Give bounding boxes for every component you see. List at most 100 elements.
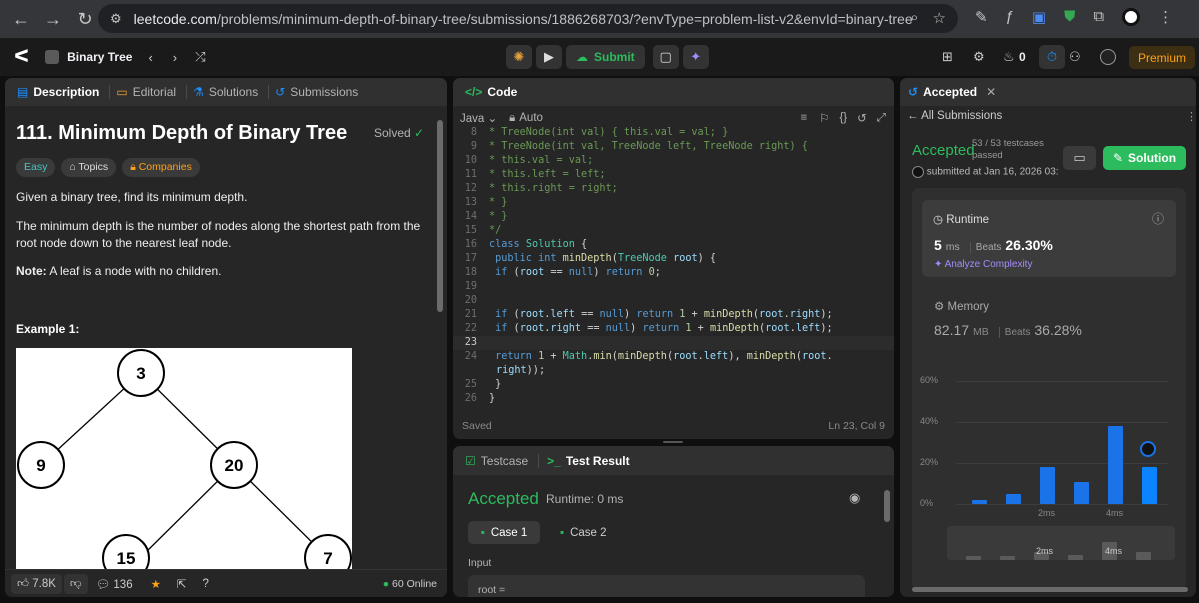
address-bar[interactable]: ⚙ leetcode.com/problems/minimum-depth-of… — [98, 4, 958, 33]
prev-problem-icon[interactable]: ‹ — [148, 50, 152, 65]
x-tick-label: 4ms — [1106, 508, 1124, 518]
y-tick-label: 60% — [920, 375, 939, 385]
result-scrollbar[interactable] — [884, 490, 890, 522]
editorial-button[interactable]: ▭ — [1063, 146, 1096, 170]
chart-range-slider[interactable]: 2ms 4ms — [947, 526, 1175, 560]
tab-editorial[interactable]: ▭ Editorial — [116, 85, 176, 99]
panel-resize-handle[interactable] — [663, 441, 683, 443]
share-icon[interactable]: ⇱ — [177, 577, 187, 591]
difficulty-badge[interactable]: Easy — [16, 158, 56, 177]
close-icon[interactable]: ✕ — [986, 85, 996, 99]
ai-sparkle-button[interactable]: ✦ — [682, 45, 709, 69]
runtime-beats: 26.30% — [1005, 237, 1053, 253]
problem-definition: The minimum depth is the number of nodes… — [16, 219, 421, 250]
chart-bar[interactable] — [1040, 467, 1055, 504]
debug-button[interactable]: ✺ — [506, 45, 532, 69]
site-info-icon[interactable]: ⚙ — [110, 11, 122, 27]
chart-bar[interactable] — [1074, 482, 1089, 504]
memory-label[interactable]: ⚙ Memory — [934, 299, 989, 313]
help-icon[interactable]: ? — [203, 578, 209, 590]
premium-button[interactable]: Premium — [1129, 46, 1195, 69]
test-result-panel: ☑ Testcase >_ Test Result Accepted Runtime… — [453, 446, 894, 597]
topics-tag[interactable]: ⌂ Topics — [61, 158, 117, 177]
code-line: 12 * this.right = right; — [464, 183, 618, 194]
reload-icon[interactable]: ↻ — [74, 8, 96, 30]
extensions-puzzle-icon[interactable]: ⧉ — [1093, 8, 1104, 26]
eyedropper-icon[interactable]: ✎ — [975, 8, 988, 26]
bookmark-icon[interactable]: ⚐ — [819, 111, 829, 125]
shield-extension-icon[interactable]: ⛊ — [1064, 8, 1075, 26]
solution-button[interactable]: ✎ Solution — [1103, 146, 1186, 170]
autocomplete-mode[interactable]: Auto — [519, 112, 543, 124]
favorite-star-icon[interactable]: ★ — [151, 577, 161, 591]
more-icon[interactable]: ⋮ — [1186, 110, 1196, 123]
back-icon[interactable]: ← — [10, 8, 32, 30]
description-scrollbar[interactable] — [437, 120, 443, 312]
chart-bar[interactable] — [1142, 467, 1157, 504]
chart-bar[interactable] — [972, 499, 987, 504]
code-editor[interactable]: 8 * TreeNode(int val) { this.val = val; }… — [453, 126, 894, 406]
timer-button[interactable]: ⏱ — [1039, 45, 1065, 69]
forward-icon[interactable]: → — [42, 8, 64, 30]
companies-tag[interactable]: 🔒︎ Companies — [122, 158, 200, 177]
comments-button[interactable]: 💬︎ 136 — [96, 577, 133, 591]
add-friend-icon[interactable]: ⚇ — [1069, 49, 1081, 65]
code-line: 18 if (root == null) return 0; — [464, 267, 661, 278]
streak-fire-icon[interactable]: ♨ — [1003, 49, 1015, 65]
url-text[interactable]: leetcode.com/problems/minimum-depth-of-b… — [134, 11, 913, 27]
analyze-complexity-link[interactable]: ✦ Analyze Complexity — [934, 259, 1032, 270]
all-submissions-link[interactable]: ← All Submissions — [907, 110, 1002, 122]
horizontal-scrollbar[interactable] — [912, 587, 1188, 592]
menu-dots-icon[interactable]: ⋮ — [1158, 8, 1173, 26]
book-icon: ▭ — [116, 85, 128, 99]
tab-test-result[interactable]: >_ Test Result — [547, 454, 629, 468]
reset-icon[interactable]: ↺ — [857, 111, 867, 125]
language-select[interactable]: Java ⌄ — [460, 111, 497, 125]
bookmark-star-icon[interactable]: ☆ — [933, 9, 946, 27]
gridline — [956, 504, 1168, 505]
input-field[interactable]: root = — [468, 575, 865, 597]
tab-testcase[interactable]: ☑ Testcase — [465, 454, 528, 468]
tab-accepted[interactable]: ↺ Accepted ✕ — [908, 85, 996, 99]
next-problem-icon[interactable]: › — [173, 50, 177, 65]
eye-icon[interactable]: ◉ — [849, 490, 860, 506]
chart-bar[interactable] — [1006, 493, 1021, 504]
expand-icon[interactable]: ⤢ — [877, 112, 886, 125]
leetcode-topbar: ᐸ Binary Tree ‹ › ⤮ ✺ ▶ ☁ Submit ▢ ✦ ⊞ ⚙ … — [0, 38, 1199, 76]
test-status: Accepted — [468, 489, 539, 508]
user-avatar[interactable] — [1100, 49, 1116, 65]
problem-title: 111. Minimum Depth of Binary Tree — [16, 122, 348, 144]
submit-button[interactable]: ☁ Submit — [566, 45, 645, 69]
format-icon[interactable]: ≡ — [800, 112, 807, 124]
arrow-left-icon: ← — [907, 110, 919, 122]
layout-icon[interactable]: ⊞ — [942, 49, 953, 65]
tab-solutions[interactable]: ⚗ Solutions — [193, 85, 258, 99]
braces-icon[interactable]: {} — [839, 112, 847, 124]
leetcode-logo-icon[interactable]: ᐸ — [14, 47, 29, 67]
comment-icon: 💬︎ — [95, 578, 111, 591]
example-tree-image: 3 9 20 15 7 — [16, 348, 352, 570]
dislike-button[interactable]: 👎︎ — [63, 573, 88, 594]
function-extension-icon[interactable]: ƒ — [1006, 8, 1014, 26]
shuffle-icon[interactable]: ⤮ — [195, 49, 205, 65]
code-line: 14 * } — [464, 211, 508, 222]
runtime-card[interactable]: ◷ Runtime ⓘ 5 ms Beats 26.30% ✦ Analyze … — [922, 200, 1176, 277]
tab-submissions[interactable]: ↺ Submissions — [275, 85, 358, 99]
info-icon[interactable]: ⓘ — [1152, 210, 1164, 227]
zoom-icon[interactable]: ⌕ — [910, 9, 918, 27]
like-button[interactable]: 👍︎ 7.8K — [11, 573, 62, 594]
chart-bar[interactable] — [1108, 426, 1123, 504]
problem-list-name[interactable]: Binary Tree — [67, 50, 132, 64]
memory-icon: ⚙ — [934, 301, 945, 313]
tab-description[interactable]: ▤ Description — [17, 85, 99, 99]
screen-extension-icon[interactable]: ▣ — [1032, 8, 1046, 26]
run-button[interactable]: ▶ — [536, 45, 562, 69]
notes-button[interactable]: ▢ — [652, 45, 679, 69]
case-1-button[interactable]: ▪ Case 1 — [468, 521, 540, 544]
profile-avatar[interactable] — [1122, 8, 1141, 26]
gridline — [956, 422, 1168, 423]
case-2-button[interactable]: ▪ Case 2 — [550, 521, 617, 544]
code-tab[interactable]: </> Code — [465, 85, 517, 99]
runtime-distribution-chart[interactable]: 60% 40% 20% 0% 2ms 4ms 2ms 4ms — [912, 358, 1186, 590]
settings-gear-icon[interactable]: ⚙ — [973, 49, 985, 65]
